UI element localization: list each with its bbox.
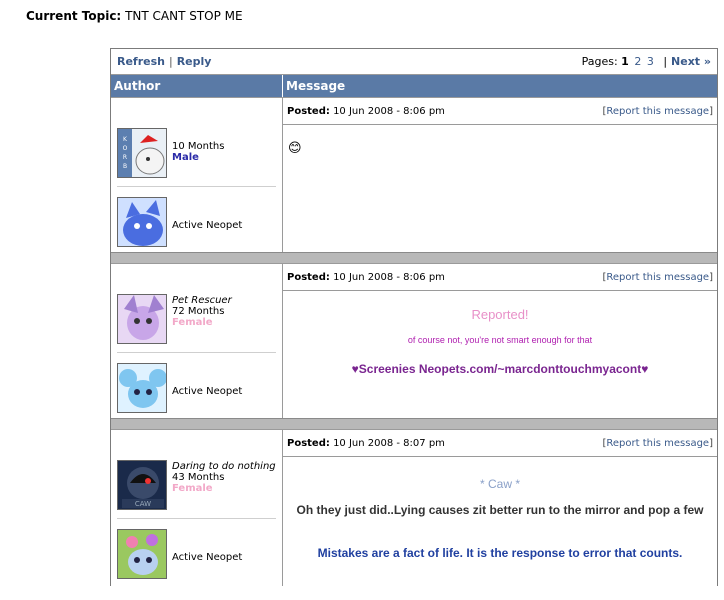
svg-text:CAW: CAW [135,500,151,508]
svg-text:B: B [123,163,127,170]
author-divider [117,186,276,187]
post-message: Posted: 10 Jun 2008 - 8:07 pm [Report th… [283,430,717,586]
user-info: 10 Months Male [172,141,224,163]
next-page-link[interactable]: Next » [671,55,711,68]
page-2-link[interactable]: 2 [634,55,641,68]
posted-label: Posted: [287,271,330,283]
report-message[interactable]: [Report this message] [602,106,713,117]
user-age: 43 Months [172,472,225,483]
post-separator [111,418,717,429]
current-topic: Current Topic: TNT CANT STOP ME [26,9,243,23]
neopet-avatar[interactable] [117,197,167,247]
smiley-emoticon-icon: 😊 [288,141,302,156]
post-body: * Caw * Oh they just did..Lying causes z… [283,457,717,586]
topic-label: Current Topic: [26,9,122,23]
report-message[interactable]: [Report this message] [602,272,713,283]
post-body: Reported! of course not, you're not smar… [283,291,717,418]
nav-separator: | [168,55,173,68]
report-message[interactable]: [Report this message] [602,438,713,449]
author-divider [117,352,276,353]
post-meta: Posted: 10 Jun 2008 - 8:06 pm [Report th… [283,264,717,291]
refresh-link[interactable]: Refresh [117,55,165,68]
signature-line-2: Oh they just did..Lying causes zit bette… [296,503,704,517]
post-meta: Posted: 10 Jun 2008 - 8:07 pm [Report th… [283,430,717,457]
report-link[interactable]: Report this message [606,106,709,117]
posted-label: Posted: [287,105,330,117]
signature-line-1: * Caw * [479,477,520,491]
active-neopet-label: Active Neopet [172,386,243,397]
svg-text:R: R [123,154,127,161]
message-column-header: Message [286,79,346,93]
topic-title: TNT CANT STOP ME [125,9,243,23]
current-page: 1 [621,55,629,68]
posted-label: Posted: [287,437,330,449]
post-author: K O R B 10 Months Male Active Neopet [111,98,283,252]
user-avatar[interactable] [117,294,167,344]
board-nav: Refresh | Reply Pages: 1 2 3 | Next » [111,49,717,75]
active-neopet-label: Active Neopet [172,220,243,231]
pagination-separator: | [663,55,668,68]
post-message: Posted: 10 Jun 2008 - 8:06 pm [Report th… [283,98,717,252]
reply-link[interactable]: Reply [177,55,212,68]
user-avatar[interactable]: CAW [117,460,167,510]
neopet-avatar[interactable] [117,363,167,413]
report-link[interactable]: Report this message [606,272,709,283]
post-date: 10 Jun 2008 - 8:07 pm [333,437,445,449]
post-row: K O R B 10 Months Male Active Neopet Pos… [111,97,717,252]
user-gender: Female [172,483,213,494]
signature-line-3: Mistakes are a fact of life. It is the r… [317,546,683,560]
user-title: Pet Rescuer [172,295,232,306]
message-board: Refresh | Reply Pages: 1 2 3 | Next » Autho… [110,48,718,586]
active-neopet-label: Active Neopet [172,552,243,563]
signature-line-1: Reported! [471,307,529,322]
pagination: Pages: 1 2 3 | Next » [582,55,711,68]
post-date: 10 Jun 2008 - 8:06 pm [333,271,445,283]
user-title: Daring to do nothing [172,461,276,472]
user-info: Daring to do nothing 43 Months Female [172,461,276,494]
user-info: Pet Rescuer 72 Months Female [172,295,232,328]
column-header: Author Message [111,75,717,97]
author-column-header: Author [111,75,283,97]
post-row: CAW Daring to do nothing 43 Months Femal… [111,429,717,586]
post-author: Pet Rescuer 72 Months Female Active Neop… [111,264,283,418]
user-gender: Female [172,317,213,328]
post-row: Pet Rescuer 72 Months Female Active Neop… [111,263,717,418]
report-link[interactable]: Report this message [606,438,709,449]
user-age: 10 Months [172,141,225,152]
post-separator [111,252,717,263]
user-avatar[interactable]: K O R B [117,128,167,178]
page-3-link[interactable]: 3 [647,55,654,68]
post-meta: Posted: 10 Jun 2008 - 8:06 pm [Report th… [283,98,717,125]
post-message: Posted: 10 Jun 2008 - 8:06 pm [Report th… [283,264,717,418]
post-author: CAW Daring to do nothing 43 Months Femal… [111,430,283,586]
svg-text:O: O [123,145,128,152]
neopet-avatar[interactable] [117,529,167,579]
pages-label: Pages: [581,55,618,68]
signature-line-3: ♥Screenies Neopets.com/~marcdonttouchmya… [351,362,649,376]
author-divider [117,518,276,519]
post-date: 10 Jun 2008 - 8:06 pm [333,105,445,117]
post-body: 😊 [283,125,717,252]
signature-line-2: of course not, you're not smart enough f… [407,335,593,345]
user-gender: Male [172,152,199,163]
user-age: 72 Months [172,306,225,317]
